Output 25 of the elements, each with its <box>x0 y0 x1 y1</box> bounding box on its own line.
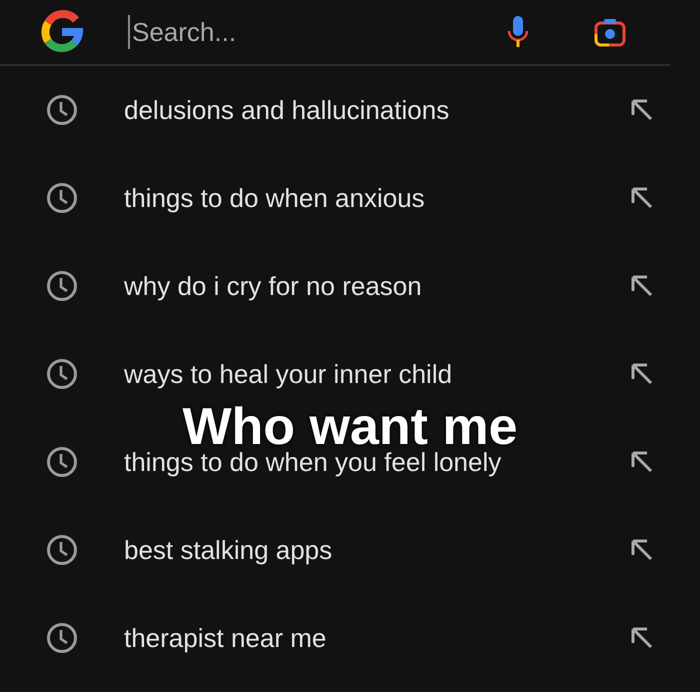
history-query[interactable]: ways to heal your inner child <box>124 358 630 390</box>
fill-query-arrow-icon[interactable] <box>630 274 654 298</box>
history-query[interactable]: things to do when anxious <box>124 182 630 214</box>
history-icon <box>46 622 78 654</box>
history-query[interactable]: delusions and hallucinations <box>124 94 630 126</box>
history-icon <box>46 358 78 390</box>
fill-query-arrow-icon[interactable] <box>630 450 654 474</box>
fill-query-arrow-icon[interactable] <box>630 98 654 122</box>
history-query[interactable]: why do i cry for no reason <box>124 270 630 302</box>
google-logo-icon <box>40 10 84 54</box>
microphone-icon[interactable] <box>506 14 530 50</box>
history-icon <box>46 94 78 126</box>
history-icon <box>46 534 78 566</box>
history-query[interactable]: things to do when you feel lonely <box>124 446 630 478</box>
history-icon <box>46 182 78 214</box>
camera-icon[interactable] <box>594 17 626 47</box>
history-icon <box>46 446 78 478</box>
fill-query-arrow-icon[interactable] <box>630 538 654 562</box>
fill-query-arrow-icon[interactable] <box>630 362 654 386</box>
history-query[interactable]: therapist near me <box>124 622 630 654</box>
history-query[interactable]: best stalking apps <box>124 534 630 566</box>
search-field[interactable]: Search... <box>128 15 506 49</box>
history-icon <box>46 270 78 302</box>
fill-query-arrow-icon[interactable] <box>630 186 654 210</box>
fill-query-arrow-icon[interactable] <box>630 626 654 650</box>
